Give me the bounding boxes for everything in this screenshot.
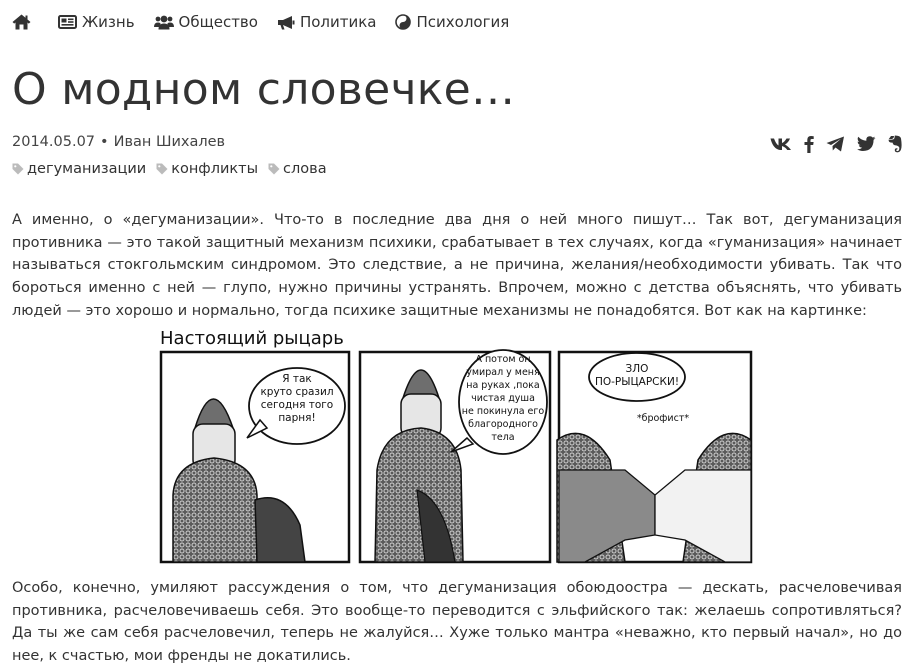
yin-yang-icon bbox=[395, 14, 412, 30]
nav-item-obshchestvo[interactable]: Общество bbox=[153, 13, 258, 31]
share-bar bbox=[758, 135, 903, 153]
speech-line: круто сразил bbox=[260, 386, 333, 398]
article-paragraph: Особо, конечно, умиляют рассуждения о то… bbox=[12, 580, 902, 665]
tag-link[interactable]: слова bbox=[268, 161, 327, 177]
nav-item-label: Общество bbox=[178, 13, 258, 31]
speech-line: тела bbox=[491, 432, 514, 443]
comic-image: Настоящий рыцарь Я так круто сразил сего… bbox=[159, 328, 753, 564]
facebook-share-button[interactable] bbox=[804, 135, 814, 153]
tag-list: дегуманизации конфликты слова bbox=[12, 161, 337, 177]
comic-sfx: *брофист* bbox=[637, 413, 690, 424]
meta-separator: • bbox=[100, 134, 109, 150]
evernote-share-button[interactable] bbox=[888, 135, 903, 153]
home-icon bbox=[12, 14, 31, 30]
speech-line: умирал у меня bbox=[466, 367, 540, 378]
telegram-share-button[interactable] bbox=[826, 136, 845, 152]
tag-label: конфликты bbox=[171, 161, 259, 177]
speech-line: благородного bbox=[468, 419, 538, 430]
article-paragraph: А именно, о «дегуманизации». Что-то в по… bbox=[12, 212, 902, 319]
speech-line: сегодня того bbox=[261, 399, 333, 411]
page-title: О модном словечке… bbox=[12, 64, 516, 115]
tag-icon bbox=[268, 163, 280, 175]
users-icon bbox=[153, 15, 174, 29]
speech-line: чистая душа bbox=[471, 393, 535, 404]
vk-share-button[interactable] bbox=[770, 137, 792, 151]
post-meta: 2014.05.07 • Иван Шихалев bbox=[12, 134, 225, 150]
twitter-share-button[interactable] bbox=[857, 136, 876, 152]
speech-line: ЗЛО bbox=[626, 363, 649, 375]
twitter-icon bbox=[857, 136, 876, 151]
comic-panel-1: Я так круто сразил сегодня того парня! bbox=[159, 350, 351, 564]
tag-label: слова bbox=[283, 161, 327, 177]
bullhorn-icon bbox=[277, 15, 295, 29]
post-author[interactable]: Иван Шихалев bbox=[114, 134, 226, 150]
speech-line: на руках ,пока bbox=[466, 380, 540, 391]
nav-item-politika[interactable]: Политика bbox=[277, 13, 377, 31]
tag-link[interactable]: дегуманизации bbox=[12, 161, 146, 177]
speech-line: не покинула его bbox=[462, 406, 545, 417]
facebook-icon bbox=[804, 136, 814, 153]
vk-icon bbox=[770, 138, 791, 150]
speech-line: ПО-РЫЦАРСКИ! bbox=[595, 376, 679, 388]
nav-item-label: Жизнь bbox=[82, 13, 135, 31]
newspaper-icon bbox=[58, 15, 77, 29]
top-nav: Жизнь Общество Политика Психология bbox=[12, 11, 528, 33]
tag-label: дегуманизации bbox=[27, 161, 147, 177]
tag-icon bbox=[12, 163, 24, 175]
nav-home[interactable] bbox=[12, 14, 36, 30]
speech-line: А потом он bbox=[475, 354, 530, 365]
comic-title: Настоящий рыцарь bbox=[160, 328, 344, 349]
speech-line: парня! bbox=[278, 412, 315, 424]
nav-item-label: Политика bbox=[299, 13, 377, 31]
post-date: 2014.05.07 bbox=[12, 134, 96, 150]
evernote-icon bbox=[888, 135, 902, 153]
nav-item-label: Психология bbox=[416, 13, 510, 31]
telegram-icon bbox=[826, 136, 844, 152]
tag-icon bbox=[156, 163, 168, 175]
comic-panel-2: А потом он умирал у меня на руках ,пока … bbox=[358, 349, 552, 564]
tag-link[interactable]: конфликты bbox=[156, 161, 258, 177]
nav-item-psikhologiya[interactable]: Психология bbox=[395, 13, 509, 31]
comic-panel-3: ЗЛО ПО-РЫЦАРСКИ! *брофист* bbox=[556, 350, 753, 564]
speech-line: Я так bbox=[282, 373, 312, 385]
nav-item-zhizn[interactable]: Жизнь bbox=[58, 13, 135, 31]
